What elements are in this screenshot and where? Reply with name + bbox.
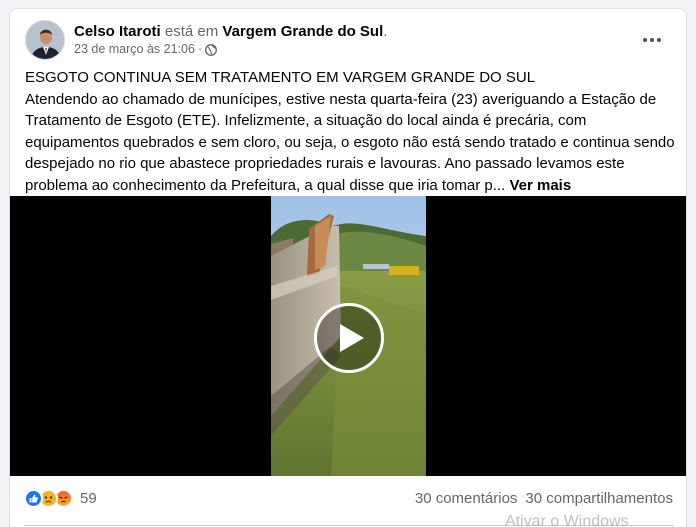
post-card: Celso Itaroti está em Vargem Grande do S… [9,8,687,527]
video-player[interactable] [10,196,686,476]
author-name[interactable]: Celso Itaroti [74,23,161,40]
location-link[interactable]: Vargem Grande do Sul [222,23,383,40]
globe-icon[interactable] [205,43,218,56]
play-icon [339,324,364,352]
post-body-text: Atendendo ao chamado de munícipes, estiv… [25,90,675,194]
comments-count[interactable]: 30 comentários [415,490,518,507]
author-line: Celso Itaroti está em Vargem Grande do S… [74,22,387,41]
shares-count[interactable]: 30 compartilhamentos [525,490,673,507]
post-text: ESGOTO CONTINUA SEM TRATAMENTO EM VARGEM… [25,67,675,196]
timestamp-separator: · [197,42,203,56]
location-verb: está em [164,23,219,40]
post-header: Celso Itaroti está em Vargem Grande do S… [25,18,674,62]
windows-activation-watermark: Ativar o Windows [505,513,629,527]
dot-icon [643,38,647,42]
post-date-line: 23 de março às 21:06 · [74,41,387,58]
more-options-button[interactable] [638,30,666,50]
post-meta: Celso Itaroti está em Vargem Grande do S… [74,22,387,58]
dot-icon [650,38,654,42]
avatar[interactable] [25,20,65,60]
post-body: Atendendo ao chamado de munícipes, estiv… [25,89,675,197]
see-more-link[interactable]: Ver mais [509,177,571,194]
reactions-summary[interactable]: 59 [24,489,97,508]
post-timestamp[interactable]: 23 de março às 21:06 [74,41,195,58]
engagement-counts: 30 comentários 30 compartilhamentos [415,490,673,507]
play-button[interactable] [314,303,384,373]
reaction-count: 59 [80,490,97,507]
dot-icon [657,38,661,42]
post-title: ESGOTO CONTINUA SEM TRATAMENTO EM VARGEM… [25,69,536,86]
location-period: . [383,23,388,40]
like-icon [24,489,43,508]
